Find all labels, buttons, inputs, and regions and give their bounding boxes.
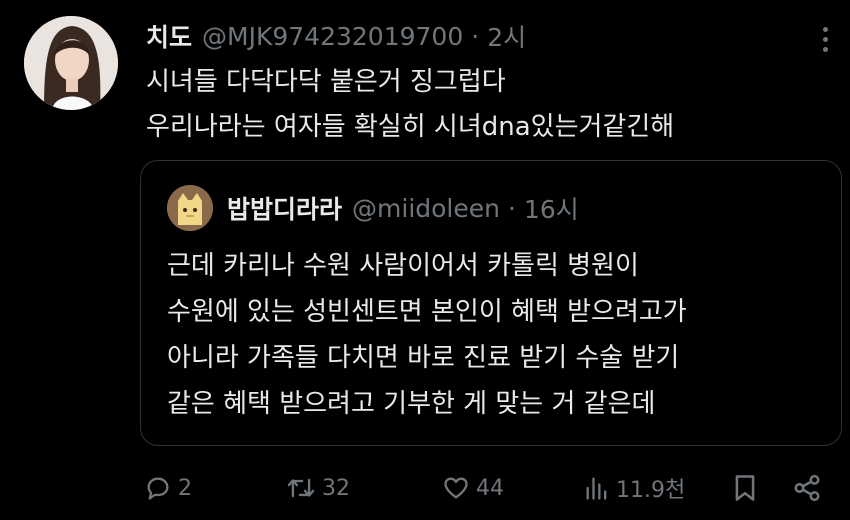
repost-button[interactable]: 32 [286, 466, 350, 510]
separator-dot: · [507, 193, 516, 223]
avatar-image [24, 16, 118, 110]
quote-text-line: 아니라 가족들 다치면 바로 진료 받기 수술 받기 [167, 343, 680, 373]
bookmark-button[interactable] [732, 466, 758, 510]
tweet-text: 시녀들 다닥다닥 붙은거 징그럽다 우리나라는 여자들 확실히 시녀dna있는거… [146, 60, 836, 150]
author-name[interactable]: 치도 [146, 18, 192, 54]
bookmark-icon [735, 475, 755, 501]
repost-icon [287, 478, 315, 498]
reply-icon [147, 477, 169, 500]
reply-count: 2 [178, 475, 192, 501]
quote-avatar[interactable] [167, 185, 213, 231]
quote-author-name[interactable]: 밥밥디라라 [227, 190, 342, 226]
tweet-text-line: 우리나라는 여자들 확실히 시녀dna있는거같긴해 [146, 112, 675, 142]
tweet-header: 치도 @MJK974232019700 · 2시 [146, 18, 526, 54]
avatar[interactable] [24, 16, 118, 110]
quote-avatar-image [167, 185, 213, 231]
tweet-timestamp[interactable]: 2시 [487, 18, 526, 54]
like-button[interactable]: 44 [442, 466, 504, 510]
quote-text: 근데 카리나 수원 사람이어서 카톨릭 병원이 수원에 있는 성빈센트면 본인이… [167, 243, 827, 427]
reply-button[interactable]: 2 [144, 466, 192, 510]
more-icon[interactable] [812, 24, 838, 54]
author-handle[interactable]: @MJK974232019700 [202, 22, 463, 51]
quoted-tweet[interactable]: 밥밥디라라 @miidoleen · 16시 근데 카리나 수원 사람이어서 카… [140, 160, 842, 446]
quote-author-handle[interactable]: @miidoleen [352, 194, 500, 223]
quote-timestamp[interactable]: 16시 [524, 190, 579, 226]
like-icon [444, 477, 468, 499]
share-icon [794, 474, 820, 502]
quote-header: 밥밥디라라 @miidoleen · 16시 [227, 189, 579, 227]
views-count: 11.9천 [616, 478, 686, 503]
separator-dot: · [471, 21, 480, 51]
quote-text-line: 수원에 있는 성빈센트면 본인이 혜택 받으려고가 [167, 297, 687, 327]
action-bar: 2 32 44 11.9천 [140, 466, 840, 510]
views-icon [586, 477, 607, 500]
quote-text-line: 근데 카리나 수원 사람이어서 카톨릭 병원이 [167, 251, 639, 281]
tweet-text-line: 시녀들 다닥다닥 붙은거 징그럽다 [146, 67, 506, 97]
like-count: 44 [476, 475, 504, 501]
repost-count: 32 [322, 475, 350, 501]
share-button[interactable] [792, 466, 822, 510]
views-button[interactable]: 11.9천 [584, 466, 685, 510]
quote-text-line: 같은 혜택 받으려고 기부한 게 맞는 거 같은데 [167, 389, 656, 419]
